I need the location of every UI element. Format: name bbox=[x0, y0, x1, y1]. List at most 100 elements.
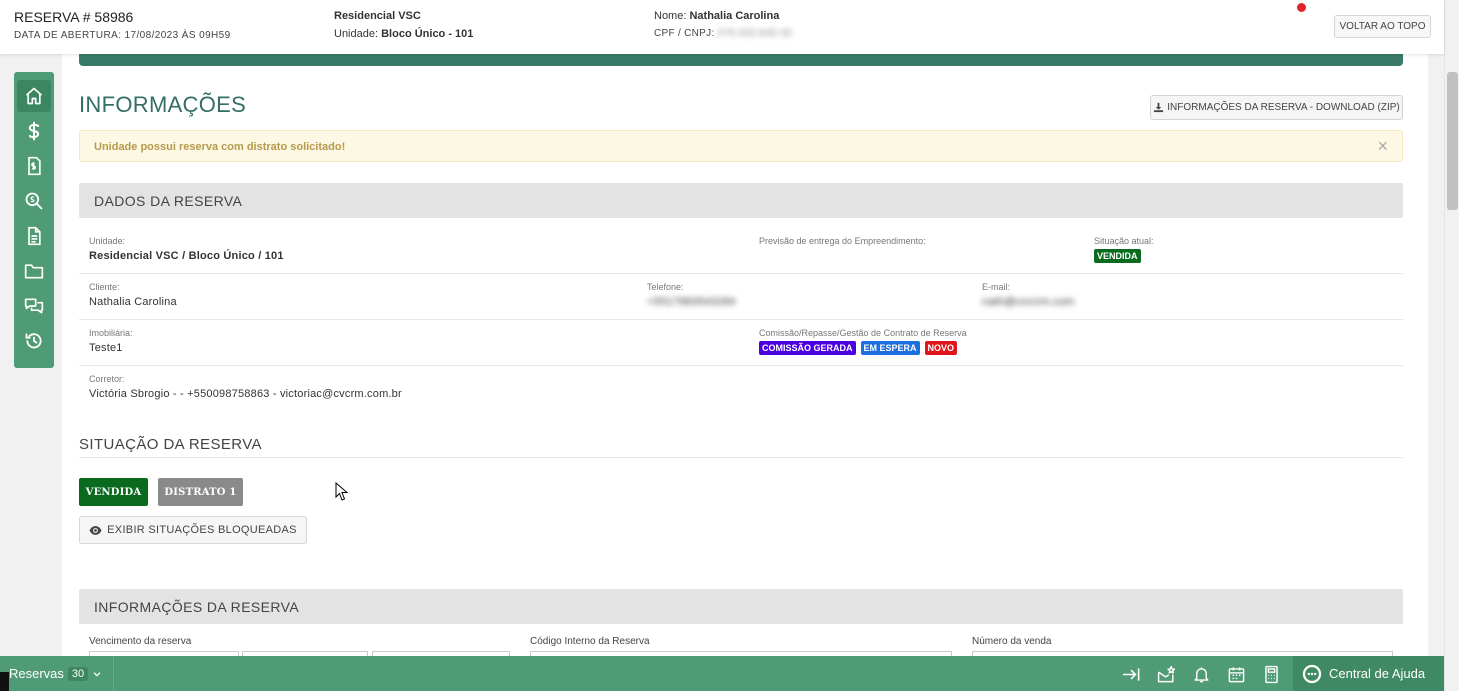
exibir-situacoes-button[interactable]: EXIBIR SITUAÇÕES BLOQUEADAS bbox=[79, 516, 307, 544]
help-notification-dot bbox=[1297, 3, 1306, 12]
situacao-distrato-button[interactable]: DISTRATO 1 bbox=[158, 478, 243, 506]
field-cliente: Cliente: Nathalia Carolina bbox=[89, 282, 177, 308]
chat-bubble-icon bbox=[1302, 664, 1322, 683]
field-comissao: Comissão/Repasse/Gestão de Contrato de R… bbox=[759, 328, 967, 356]
telefone-field-label: Telefone: bbox=[647, 282, 684, 292]
search-dollar-icon bbox=[25, 192, 43, 210]
cpf-value: 078.450.849-30 bbox=[717, 28, 792, 39]
client-name-info: Nome: Nathalia Carolina bbox=[654, 10, 779, 22]
reserva-title: RESERVA # 58986 bbox=[14, 9, 134, 25]
history-icon bbox=[25, 333, 42, 349]
comissao-badges: COMISSÃO GERADA EM ESPERA NOVO bbox=[759, 338, 967, 356]
previsao-field-label: Previsão de entrega do Empreendimento: bbox=[759, 236, 926, 246]
top-header: RESERVA # 58986 DATA DE ABERTURA: 17/08/… bbox=[0, 0, 1444, 54]
bell-icon bbox=[1193, 666, 1209, 682]
folder-icon bbox=[24, 264, 44, 279]
arrow-to-right-icon bbox=[1122, 667, 1139, 681]
situacao-vendida-button[interactable]: VENDIDA bbox=[79, 478, 148, 506]
situacao-title: SITUAÇÃO DA RESERVA bbox=[79, 436, 262, 453]
row-imobiliaria: Imobiliária: Teste1 Comissão/Repasse/Ges… bbox=[79, 321, 1403, 366]
email-field-label: E-mail: bbox=[982, 282, 1011, 292]
email-field-value: nath@cvrcrm.com bbox=[982, 296, 1075, 308]
footer-calculator-button[interactable] bbox=[1261, 664, 1281, 684]
reservas-count-badge: 30 bbox=[67, 666, 89, 681]
badge-novo: NOVO bbox=[924, 341, 958, 355]
footer-divider bbox=[113, 656, 114, 691]
empreendimento-name: Residencial VSC bbox=[334, 10, 421, 22]
nome-value: Nathalia Carolina bbox=[689, 10, 780, 22]
central-de-ajuda-label: Central de Ajuda bbox=[1329, 666, 1426, 681]
vencimento-label: Vencimento da reserva bbox=[89, 636, 192, 647]
field-corretor: Corretor: Victória Sbrogio - - +55009875… bbox=[89, 374, 402, 400]
unidade-label: Unidade: bbox=[334, 28, 379, 40]
cliente-field-label: Cliente: bbox=[89, 282, 120, 292]
reservas-label: Reservas bbox=[9, 666, 64, 681]
mail-star-icon bbox=[1157, 665, 1175, 682]
section-dados-reserva: DADOS DA RESERVA bbox=[79, 183, 1403, 218]
exibir-situacoes-label: EXIBIR SITUAÇÕES BLOQUEADAS bbox=[107, 524, 297, 536]
unidade-value: Bloco Único - 101 bbox=[381, 28, 474, 40]
imobiliaria-field-value: Teste1 bbox=[89, 342, 123, 354]
sidebar-item-arquivos[interactable] bbox=[17, 255, 51, 287]
download-zip-label: INFORMAÇÕES DA RESERVA - DOWNLOAD (ZIP) bbox=[1167, 102, 1400, 113]
field-imobiliaria: Imobiliária: Teste1 bbox=[89, 328, 133, 354]
mouse-cursor-icon bbox=[335, 482, 349, 501]
header-strip bbox=[79, 54, 1403, 66]
footer-mail-button[interactable] bbox=[1156, 664, 1176, 684]
scrollbar[interactable] bbox=[1444, 0, 1459, 691]
chat-icon bbox=[24, 298, 44, 314]
alert-message: Unidade possui reserva com distrato soli… bbox=[94, 141, 346, 153]
row-cliente: Cliente: Nathalia Carolina Telefone: +55… bbox=[79, 275, 1403, 320]
badge-comissao-gerada: COMISSÃO GERADA bbox=[759, 341, 856, 355]
chevron-down-icon bbox=[93, 671, 101, 677]
download-zip-button[interactable]: INFORMAÇÕES DA RESERVA - DOWNLOAD (ZIP) bbox=[1150, 95, 1403, 120]
comissao-field-label: Comissão/Repasse/Gestão de Contrato de R… bbox=[759, 328, 967, 338]
dollar-icon bbox=[28, 121, 40, 141]
reservas-dropdown[interactable]: Reservas 30 bbox=[9, 666, 102, 681]
eye-icon bbox=[89, 525, 102, 535]
main-panel: INFORMAÇÕES INFORMAÇÕES DA RESERVA - DOW… bbox=[62, 54, 1428, 656]
section-dados-title: DADOS DA RESERVA bbox=[94, 193, 243, 209]
section-informacoes-reserva: INFORMAÇÕES DA RESERVA bbox=[79, 589, 1403, 624]
sidebar-item-mensagens[interactable] bbox=[17, 290, 51, 322]
sidebar bbox=[14, 72, 54, 368]
footer-bar: Reservas 30 Central de Ajuda bbox=[0, 656, 1444, 691]
central-de-ajuda-button[interactable]: Central de Ajuda bbox=[1293, 656, 1444, 691]
corretor-field-value: Victória Sbrogio - - +550098758863 - vic… bbox=[89, 388, 402, 400]
footer-edge bbox=[0, 672, 9, 691]
field-situacao-atual: Situação atual: VENDIDA bbox=[1094, 236, 1154, 264]
distrato-alert: Unidade possui reserva com distrato soli… bbox=[79, 130, 1403, 162]
footer-calendar-button[interactable] bbox=[1226, 664, 1246, 684]
nome-label: Nome: bbox=[654, 10, 687, 22]
row-unidade: Unidade: Residencial VSC / Bloco Único /… bbox=[79, 229, 1403, 274]
sidebar-item-consulta[interactable] bbox=[17, 185, 51, 217]
data-abertura: DATA DE ABERTURA: 17/08/2023 ÀS 09H59 bbox=[14, 30, 231, 41]
unidade-info: Unidade: Bloco Único - 101 bbox=[334, 28, 473, 40]
sidebar-item-documentos[interactable] bbox=[17, 220, 51, 252]
home-icon bbox=[25, 87, 43, 105]
imobiliaria-field-label: Imobiliária: bbox=[89, 328, 133, 338]
sidebar-item-financeiro[interactable] bbox=[17, 115, 51, 147]
codigo-interno-label: Código Interno da Reserva bbox=[530, 636, 650, 647]
sidebar-item-boletos[interactable] bbox=[17, 150, 51, 182]
situacao-field-label: Situação atual: bbox=[1094, 236, 1154, 246]
unidade-field-label: Unidade: bbox=[89, 236, 126, 246]
sidebar-item-historico[interactable] bbox=[17, 325, 51, 357]
telefone-field-value: +5517983543284 bbox=[647, 296, 736, 308]
field-unidade: Unidade: Residencial VSC / Bloco Único /… bbox=[89, 236, 284, 262]
badge-em-espera: EM ESPERA bbox=[860, 341, 920, 355]
unidade-field-value: Residencial VSC / Bloco Único / 101 bbox=[89, 250, 284, 262]
invoice-icon bbox=[28, 156, 41, 176]
document-icon bbox=[28, 226, 41, 246]
scrollbar-thumb[interactable] bbox=[1447, 72, 1458, 210]
footer-collapse-button[interactable] bbox=[1121, 664, 1141, 684]
corretor-field-label: Corretor: bbox=[89, 374, 125, 384]
sidebar-item-home[interactable] bbox=[17, 80, 51, 112]
row-corretor: Corretor: Victória Sbrogio - - +55009875… bbox=[79, 367, 1403, 412]
voltar-ao-topo-button[interactable]: VOLTAR AO TOPO bbox=[1334, 15, 1431, 38]
situacao-divider bbox=[79, 457, 1403, 458]
field-previsao: Previsão de entrega do Empreendimento: bbox=[759, 236, 926, 246]
alert-close-icon[interactable]: × bbox=[1377, 136, 1388, 156]
footer-notifications-button[interactable] bbox=[1191, 664, 1211, 684]
numero-venda-label: Número da venda bbox=[972, 636, 1052, 647]
